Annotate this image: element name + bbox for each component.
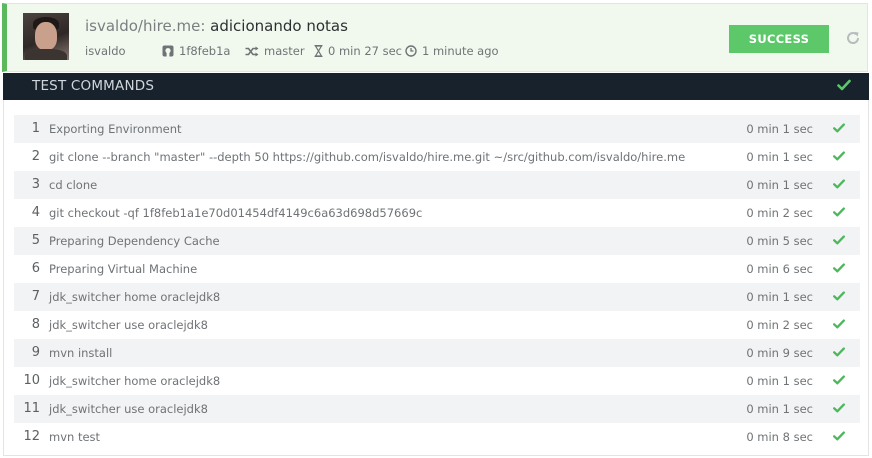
status-button[interactable]: SUCCESS: [729, 25, 829, 53]
command-duration: 0 min 1 sec: [746, 374, 813, 388]
commit-link[interactable]: 1f8feb1a: [162, 44, 245, 58]
check-icon: [833, 151, 845, 161]
finished-value: 1 minute ago: [422, 44, 499, 58]
command-number: 2: [31, 149, 40, 164]
check-icon: [833, 235, 845, 245]
command-duration: 0 min 2 sec: [746, 206, 813, 220]
command-duration: 0 min 1 sec: [746, 290, 813, 304]
command-number: 6: [31, 261, 40, 276]
command-row[interactable]: 4 git checkout -qf 1f8feb1a1e70d01454df4…: [14, 199, 860, 227]
branch[interactable]: master: [245, 44, 314, 58]
command-row[interactable]: 1 Exporting Environment 0 min 1 sec: [14, 115, 860, 143]
command-text: Preparing Dependency Cache: [49, 234, 220, 248]
check-icon: [833, 123, 845, 133]
branch-name: master: [264, 44, 305, 58]
command-text: Exporting Environment: [49, 122, 182, 136]
command-duration: 0 min 2 sec: [746, 318, 813, 332]
command-text: mvn test: [49, 430, 101, 444]
command-duration: 0 min 5 sec: [746, 234, 813, 248]
check-icon: [833, 263, 845, 273]
avatar-face: [35, 22, 57, 50]
command-row[interactable]: 10 jdk_switcher home oraclejdk8 0 min 1 …: [14, 367, 860, 395]
command-duration: 0 min 1 sec: [746, 150, 813, 164]
command-row[interactable]: 12 mvn test 0 min 8 sec: [14, 423, 860, 451]
command-text: git checkout -qf 1f8feb1a1e70d01454df414…: [49, 206, 423, 220]
section-title: TEST COMMANDS: [32, 78, 155, 94]
check-icon: [833, 319, 845, 329]
command-number: 8: [31, 317, 40, 332]
author[interactable]: isvaldo: [85, 44, 162, 58]
finished: 1 minute ago: [405, 44, 499, 58]
command-text: mvn install: [49, 346, 113, 360]
build-header: isvaldo/hire.me: adicionando notas isval…: [2, 3, 868, 72]
command-row[interactable]: 7 jdk_switcher home oraclejdk8 0 min 1 s…: [14, 283, 860, 311]
command-text: jdk_switcher use oraclejdk8: [49, 402, 208, 416]
refresh-icon[interactable]: [845, 30, 861, 46]
command-text: git clone --branch "master" --depth 50 h…: [49, 150, 686, 164]
command-text: cd clone: [49, 178, 98, 192]
check-icon: [833, 347, 845, 357]
command-number: 5: [31, 233, 40, 248]
command-duration: 0 min 6 sec: [746, 262, 813, 276]
check-icon: [833, 403, 845, 413]
repo-name[interactable]: isvaldo/hire.me: [85, 17, 200, 35]
command-row[interactable]: 5 Preparing Dependency Cache 0 min 5 sec: [14, 227, 860, 255]
commit-hash: 1f8feb1a: [179, 44, 231, 58]
command-row[interactable]: 2 git clone --branch "master" --depth 50…: [14, 143, 860, 171]
command-number: 12: [23, 429, 40, 444]
avatar[interactable]: [23, 13, 69, 60]
github-icon: [162, 45, 174, 57]
command-text: jdk_switcher use oraclejdk8: [49, 318, 208, 332]
command-text: jdk_switcher home oraclejdk8: [49, 290, 221, 304]
check-icon: [833, 179, 845, 189]
check-icon: [833, 291, 845, 301]
build-title: isvaldo/hire.me: adicionando notas: [85, 17, 348, 35]
command-number: 10: [23, 373, 40, 388]
clock-icon: [405, 45, 417, 57]
build-meta: isvaldo 1f8feb1a master 0 min 27 sec 1 m…: [85, 44, 499, 58]
command-row[interactable]: 9 mvn install 0 min 9 sec: [14, 339, 860, 367]
test-commands-header: TEST COMMANDS: [3, 73, 869, 100]
check-icon: [833, 207, 845, 217]
check-icon: [833, 431, 845, 441]
duration: 0 min 27 sec: [314, 44, 405, 58]
command-number: 3: [31, 177, 40, 192]
avatar-shirt: [25, 49, 67, 60]
check-icon: [837, 79, 851, 91]
command-text: jdk_switcher home oraclejdk8: [49, 374, 221, 388]
duration-value: 0 min 27 sec: [328, 44, 402, 58]
command-duration: 0 min 1 sec: [746, 402, 813, 416]
command-duration: 0 min 1 sec: [746, 178, 813, 192]
check-icon: [833, 375, 845, 385]
command-number: 1: [31, 121, 40, 136]
command-list: 1 Exporting Environment 0 min 1 sec 2 gi…: [14, 115, 860, 451]
command-row[interactable]: 3 cd clone 0 min 1 sec: [14, 171, 860, 199]
hourglass-icon: [314, 45, 323, 57]
command-row[interactable]: 8 jdk_switcher use oraclejdk8 0 min 2 se…: [14, 311, 860, 339]
command-duration: 0 min 8 sec: [746, 430, 813, 444]
command-text: Preparing Virtual Machine: [49, 262, 198, 276]
command-number: 7: [31, 289, 40, 304]
command-number: 11: [23, 401, 40, 416]
command-row[interactable]: 11 jdk_switcher use oraclejdk8 0 min 1 s…: [14, 395, 860, 423]
command-number: 4: [31, 205, 40, 220]
command-row[interactable]: 6 Preparing Virtual Machine 0 min 6 sec: [14, 255, 860, 283]
command-duration: 0 min 9 sec: [746, 346, 813, 360]
command-number: 9: [31, 345, 40, 360]
shuffle-icon: [245, 46, 259, 56]
command-duration: 0 min 1 sec: [746, 122, 813, 136]
commands-panel: 1 Exporting Environment 0 min 1 sec 2 gi…: [3, 100, 869, 456]
commit-message: adicionando notas: [210, 17, 348, 35]
title-separator: :: [200, 17, 206, 35]
author-name: isvaldo: [85, 44, 126, 58]
